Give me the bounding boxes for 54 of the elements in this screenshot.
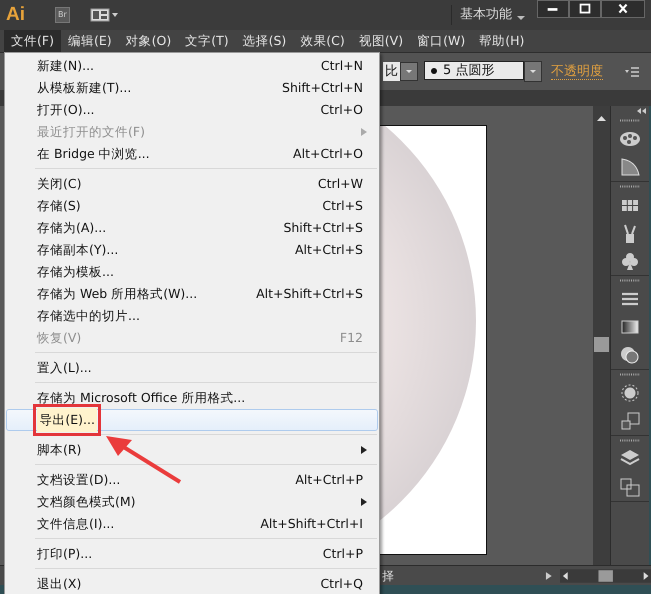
menu-bar-item[interactable]: 对象(O) [118,30,178,52]
next-icon[interactable] [544,570,554,580]
menu-bar-item[interactable]: 选择(S) [236,30,294,52]
artboards-icon[interactable] [618,476,642,498]
grip-icon[interactable] [620,439,640,442]
highlighted-label: 导出(E)... [37,408,98,432]
menu-bar-item[interactable]: 文件(F) [4,30,61,52]
horizontal-scrollbar-icon[interactable] [560,568,651,582]
menu-item[interactable]: 存储为 Web 所用格式(W)... Alt+Shift+Ctrl+S [6,283,378,305]
menu-item[interactable]: 存储选中的切片... [6,305,378,327]
workspace-switcher[interactable]: 基本功能 [451,5,515,25]
menu-item[interactable]: 文档设置(D)... Alt+Ctrl+P [6,469,378,491]
maximize-icon[interactable] [569,0,601,18]
dot-icon [431,68,437,74]
menu-item[interactable]: 存储(S) Ctrl+S [6,195,378,217]
grip-icon[interactable] [620,279,640,282]
bridge-button[interactable]: Br [55,7,70,23]
ratio-label: 比 [383,62,400,82]
caret-icon[interactable] [517,15,525,21]
menu-item[interactable]: 退出(X) Ctrl+Q [6,573,378,594]
menu-item[interactable]: 存储副本(Y)... Alt+Ctrl+S [6,239,378,261]
menu-item[interactable]: 文件信息(I)... Alt+Shift+Ctrl+I [6,513,378,535]
menu-item[interactable]: 文档颜色模式(M) [6,491,378,513]
menu-item[interactable]: 存储为模板... [6,261,378,283]
menu-bar-item[interactable]: 窗口(W) [410,30,472,52]
layout-icon[interactable] [90,7,120,23]
status-text: 择 [382,568,394,584]
grip-icon[interactable] [620,119,640,122]
vertical-scrollbar[interactable] [593,106,610,565]
close-icon[interactable] [601,0,645,18]
menu-bar-item[interactable]: 视图(V) [352,30,410,52]
menu-item[interactable]: 打印(P)... Ctrl+P [6,543,378,565]
brush-value: 5 点圆形 [443,62,494,80]
minimize-icon[interactable] [537,0,569,18]
menu-item[interactable]: 在 Bridge 中浏览... Alt+Ctrl+O [6,143,378,165]
menu-item[interactable]: 导出(E)... [6,409,378,431]
menu-item[interactable]: 从模板新建(T)... Shift+Ctrl+N [6,77,378,99]
menu-item[interactable]: 打开(O)... Ctrl+O [6,99,378,121]
scroll-thumb[interactable] [594,337,609,352]
menu-item[interactable]: 脚本(R) [6,439,378,461]
grip-icon[interactable] [620,373,640,376]
menu-item[interactable]: 置入(L)... [6,357,378,379]
brush-dropdown[interactable]: 5 点圆形 [424,61,524,80]
menu-item[interactable]: 关闭(C) Ctrl+W [6,173,378,195]
menu-bar-item[interactable]: 编辑(E) [60,30,119,52]
app-logo: Ai [6,2,25,27]
menu-bar-item[interactable]: 效果(C) [293,30,352,52]
menu-bar-item[interactable]: 文字(T) [178,30,236,52]
grip-icon[interactable] [620,185,640,188]
menu-bar-item[interactable]: 帮助(H) [472,30,532,52]
menu-item[interactable]: 新建(N)... Ctrl+N [6,55,378,77]
menu-item[interactable]: 存储为 Microsoft Office 所用格式... [6,387,378,409]
menu-item[interactable]: 存储为(A)... Shift+Ctrl+S [6,217,378,239]
panel-menu-icon[interactable] [625,66,639,76]
